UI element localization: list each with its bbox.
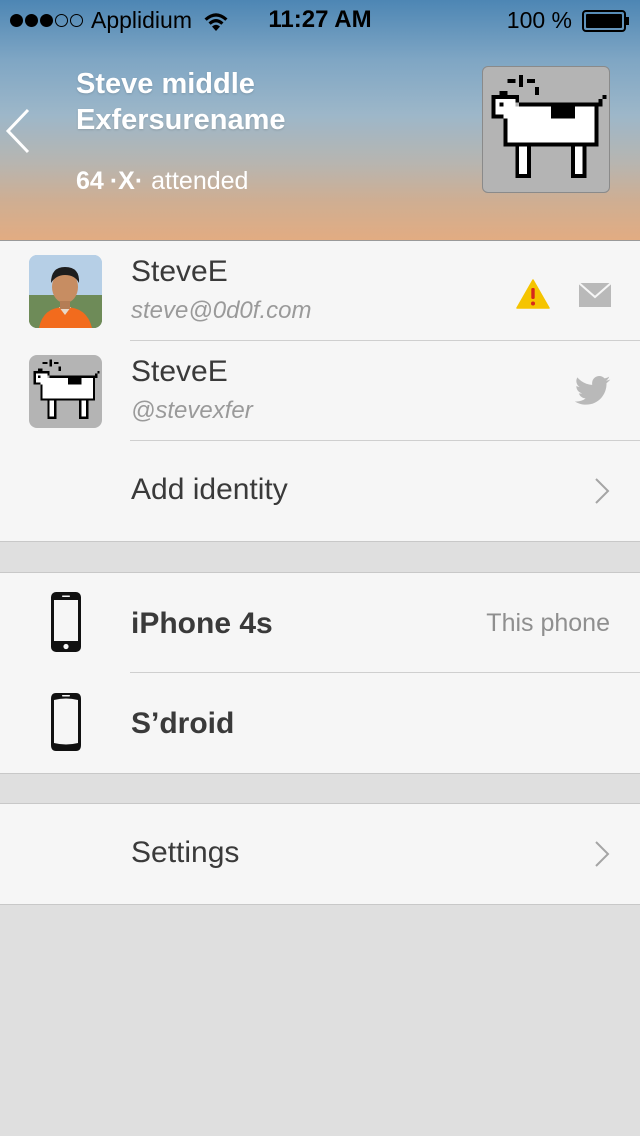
iphone-icon	[51, 592, 81, 652]
dogcow-avatar-image	[491, 74, 607, 179]
profile-name: Steve middle Exfersurename	[76, 68, 286, 136]
device-detail: This phone	[486, 609, 610, 637]
battery-icon	[582, 9, 629, 32]
attended-summary: 64 ·X· attended	[76, 167, 248, 196]
devices-section: iPhone 4s This phone S’droid	[0, 572, 640, 774]
attended-label: attended	[151, 167, 249, 195]
device-name: iPhone 4s	[131, 607, 273, 640]
identity-name: SteveE	[131, 255, 228, 288]
device-row[interactable]: S’droid	[0, 673, 640, 773]
add-identity-label: Add identity	[131, 473, 288, 506]
android-phone-icon	[51, 693, 81, 751]
profile-avatar[interactable]	[482, 66, 610, 193]
identity-avatar-dogcow	[29, 355, 102, 428]
identity-avatar-photo	[29, 255, 102, 328]
identity-row[interactable]: SteveE @stevexfer	[0, 341, 640, 441]
add-identity-row[interactable]: Add identity	[0, 441, 640, 541]
chevron-right-icon	[595, 841, 610, 867]
back-chevron-icon[interactable]	[4, 108, 32, 154]
settings-row[interactable]: Settings	[0, 804, 640, 904]
person-photo-image	[29, 255, 102, 328]
identity-name: SteveE	[131, 355, 228, 388]
mail-icon[interactable]	[579, 283, 611, 307]
status-bar: Applidium 11:27 AM 100 %	[0, 0, 640, 40]
profile-header: Applidium 11:27 AM 100 % Steve middle Ex…	[0, 0, 640, 241]
settings-section: Settings	[0, 803, 640, 905]
attended-count: 64	[76, 167, 104, 195]
identity-handle: steve@0d0f.com	[131, 297, 312, 324]
status-right: 100 %	[507, 7, 630, 34]
battery-percentage: 100 %	[506, 7, 572, 33]
attended-symbol: ·X·	[109, 167, 144, 195]
identity-handle: @stevexfer	[131, 397, 253, 424]
twitter-icon[interactable]	[575, 376, 611, 406]
chevron-right-icon	[595, 478, 610, 504]
device-name: S’droid	[131, 707, 235, 740]
settings-label: Settings	[131, 836, 240, 869]
warning-icon[interactable]	[516, 279, 550, 309]
device-row[interactable]: iPhone 4s This phone	[0, 573, 640, 673]
dogcow-avatar-image	[33, 359, 100, 419]
